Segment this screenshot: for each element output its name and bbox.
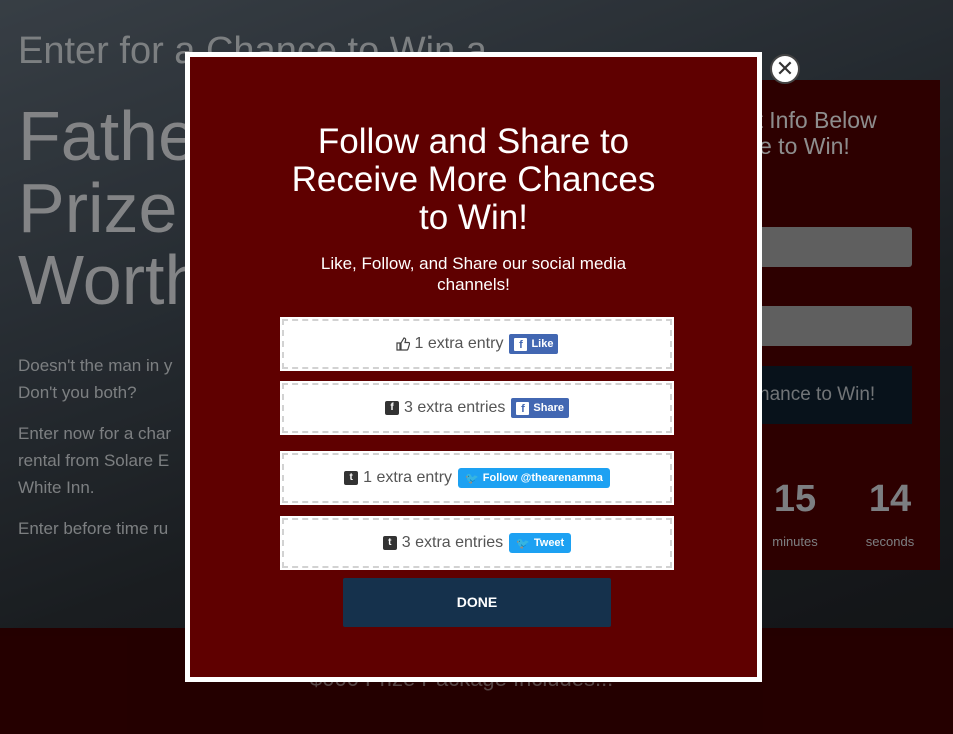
share-modal: Follow and Share to Receive More Chances… (185, 52, 762, 682)
modal-subtitle-line: Like, Follow, and Share our social media (320, 254, 627, 273)
modal-subtitle: Like, Follow, and Share our social media… (190, 253, 757, 295)
twitter-square-icon: t (382, 536, 397, 550)
entry-facebook-share: f 3 extra entries f Share (280, 381, 674, 435)
entry-facebook-like: 1 extra entry f Like (280, 317, 674, 371)
entry-text: 1 extra entry (363, 469, 453, 486)
entry-twitter-tweet: t 3 extra entries 🐦 Tweet (280, 516, 674, 570)
twitter-square-icon: t (344, 471, 359, 485)
page: Enter for a Chance to Win a Fathe Prize … (0, 0, 953, 734)
modal-title-line: Receive More Chances (291, 160, 656, 199)
facebook-square-icon: f (385, 401, 400, 415)
modal-title-line: Follow and Share to (317, 122, 630, 161)
twitter-follow-label: Follow @thearenamma (482, 472, 603, 484)
facebook-like-label: Like (531, 338, 554, 350)
twitter-follow-button[interactable]: 🐦 Follow @thearenamma (458, 468, 610, 488)
entry-text: 3 extra entries (401, 534, 504, 551)
tweet-button[interactable]: 🐦 Tweet (509, 533, 572, 553)
facebook-icon: f (516, 401, 530, 415)
entry-text: 1 extra entry (414, 335, 504, 352)
modal-title: Follow and Share to Receive More Chances… (190, 123, 757, 237)
close-icon[interactable]: ✕ (770, 54, 800, 84)
twitter-bird-icon: 🐦 (516, 537, 530, 550)
entry-text: 3 extra entries (404, 399, 506, 416)
modal-title-line: to Win! (419, 198, 528, 237)
facebook-share-label: Share (533, 402, 564, 414)
modal-subtitle-line: channels! (437, 275, 510, 294)
entry-twitter-follow: t 1 extra entry 🐦 Follow @thearenamma (280, 451, 674, 505)
done-button[interactable]: DONE (343, 578, 611, 627)
facebook-icon: f (514, 337, 528, 351)
thumbs-up-icon (395, 337, 410, 351)
tweet-label: Tweet (533, 537, 565, 549)
facebook-like-button[interactable]: f Like (509, 334, 559, 354)
facebook-share-button[interactable]: f Share (511, 398, 569, 418)
twitter-bird-icon: 🐦 (465, 472, 479, 485)
